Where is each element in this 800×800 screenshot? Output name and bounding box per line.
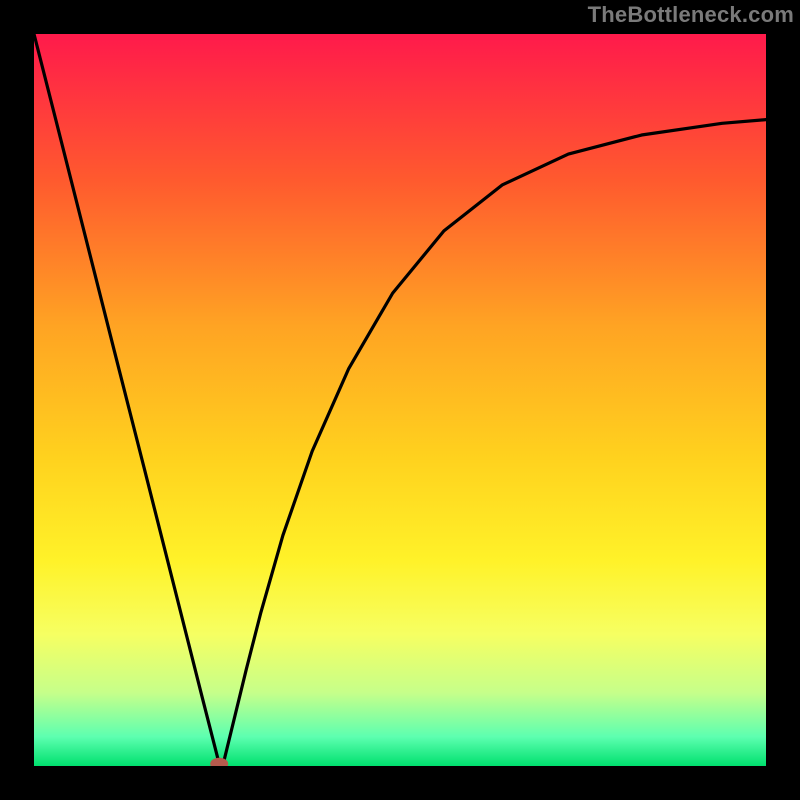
watermark-text: TheBottleneck.com <box>588 2 794 28</box>
plot-background <box>34 34 766 766</box>
chart-plot <box>34 34 766 766</box>
outer-frame: TheBottleneck.com <box>0 0 800 800</box>
